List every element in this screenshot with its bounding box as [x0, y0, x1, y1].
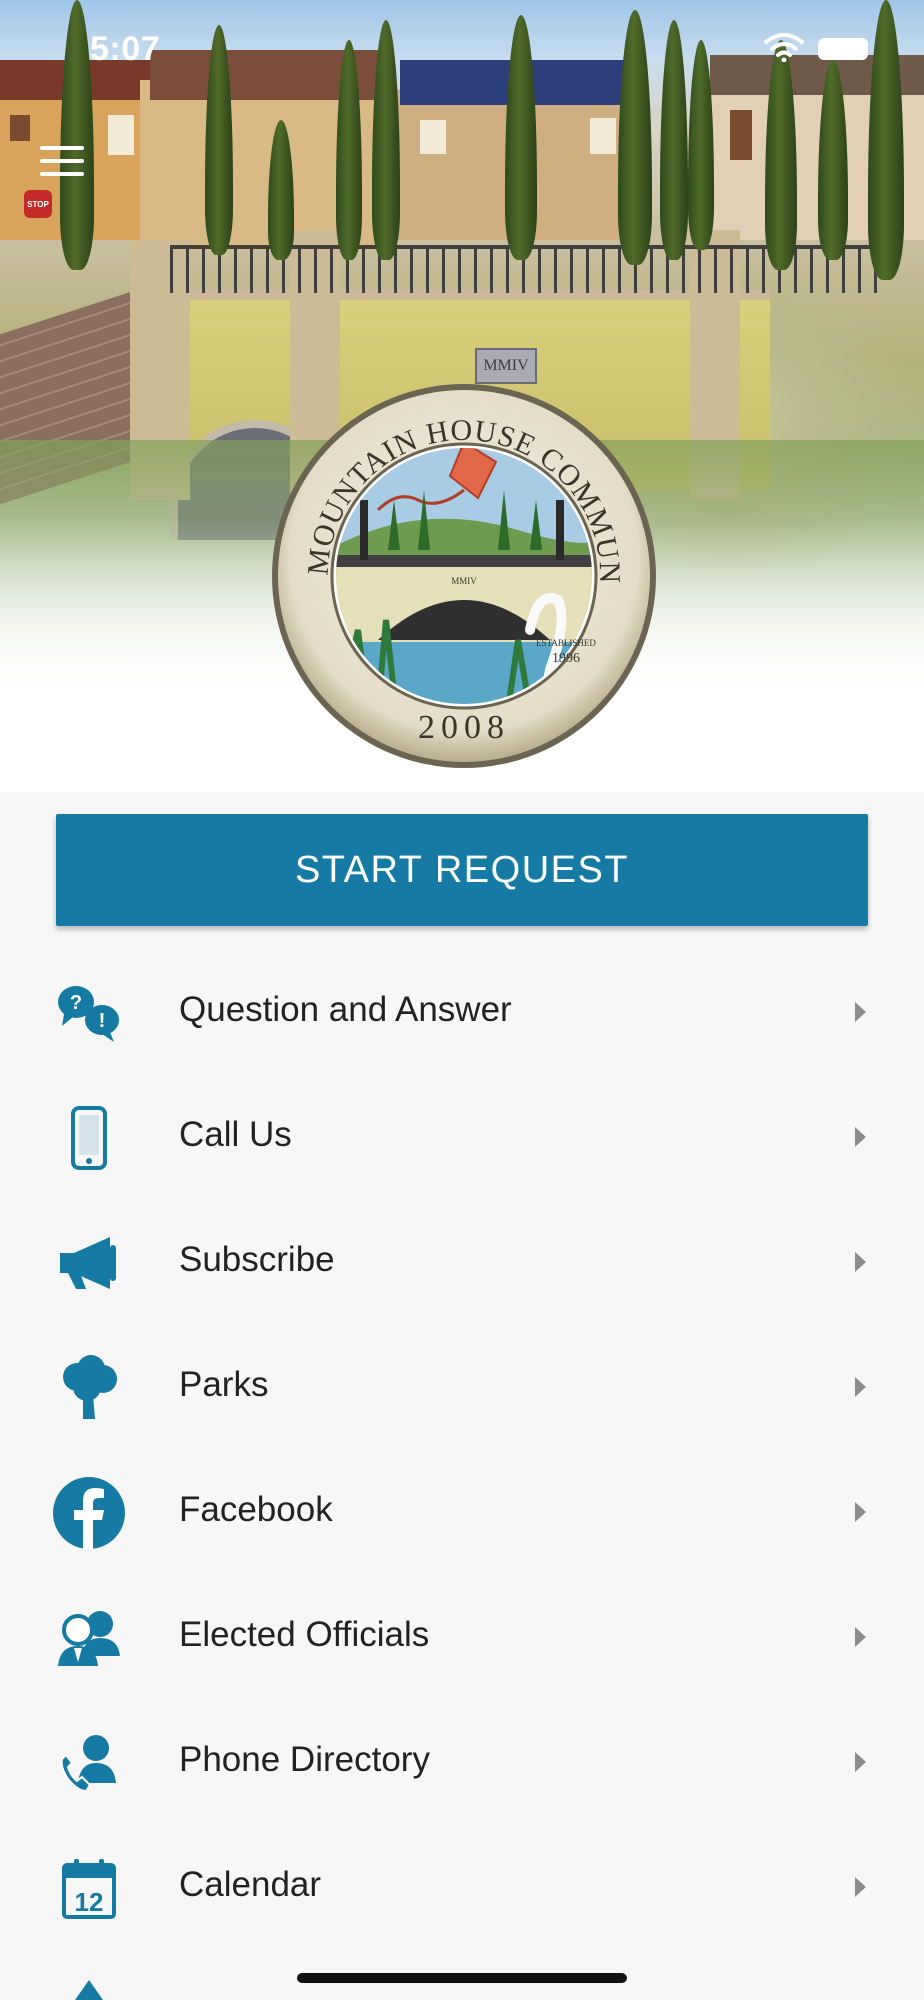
stop-sign-text: STOP — [27, 199, 49, 209]
facebook-icon — [50, 1474, 128, 1552]
menu-item-label: Call Us — [179, 1115, 292, 1154]
menu-item-call-us[interactable]: Call Us — [0, 1075, 924, 1200]
chevron-right-icon — [855, 1877, 866, 1897]
cypress-tree — [505, 15, 537, 260]
menu-item-elected-officials[interactable]: Elected Officials — [0, 1575, 924, 1700]
menu-item-label: Elected Officials — [179, 1615, 430, 1654]
menu-item-label: Subscribe — [179, 1240, 335, 1279]
chevron-right-icon — [855, 1127, 866, 1147]
window — [420, 120, 446, 154]
cypress-tree — [60, 0, 94, 270]
menu-item-phone-directory[interactable]: Phone Directory — [0, 1700, 924, 1825]
question-answer-icon: ? ! — [50, 974, 128, 1052]
menu-item-subscribe[interactable]: Subscribe — [0, 1200, 924, 1325]
status-time: 5:07 — [90, 30, 161, 68]
menu-bar — [40, 159, 84, 163]
chevron-right-icon — [855, 1752, 866, 1772]
bridge-plaque-text: MMIV — [483, 357, 529, 374]
svg-text:!: ! — [99, 1010, 106, 1032]
menu-item-label: Parks — [179, 1365, 269, 1404]
seal-year: 2008 — [418, 709, 510, 746]
home-indicator — [297, 1973, 627, 1983]
menu-item-question-and-answer[interactable]: ? ! Question and Answer — [0, 950, 924, 1075]
menu-item-label: Question and Answer — [179, 990, 512, 1029]
cypress-tree — [618, 10, 652, 265]
window — [10, 115, 30, 141]
menu-bar — [40, 172, 84, 176]
menu-list: ? ! Question and Answer Call Us Subscrib… — [0, 950, 924, 1950]
cypress-tree — [868, 0, 904, 280]
megaphone-icon — [50, 1224, 128, 1302]
window — [590, 118, 616, 154]
wifi-icon — [764, 33, 804, 62]
menu-item-label: Facebook — [179, 1490, 333, 1529]
menu-item-label: Calendar — [179, 1865, 322, 1904]
district-seal-logo: MOUNTAIN HOUSE COMMUNITY SERVICES DISTRI… — [268, 380, 656, 768]
menu-bar — [40, 146, 84, 150]
menu-item-calendar[interactable]: 12 Calendar — [0, 1825, 924, 1950]
chevron-right-icon — [855, 1002, 866, 1022]
start-request-button[interactable]: START REQUEST — [56, 814, 868, 926]
phone-icon — [50, 1099, 128, 1177]
next-item-icon — [75, 1980, 103, 2000]
svg-text:?: ? — [70, 992, 82, 1014]
calendar-icon: 12 — [50, 1849, 128, 1927]
seal-bridge-plaque: MMIV — [451, 576, 477, 586]
cypress-tree — [660, 20, 688, 260]
window — [730, 110, 752, 160]
officials-icon — [50, 1599, 128, 1677]
battery-icon — [818, 38, 868, 60]
chevron-right-icon — [855, 1252, 866, 1272]
seal-established: ESTABLISHED — [536, 638, 596, 648]
window — [108, 115, 134, 155]
menu-item-label: Phone Directory — [179, 1740, 430, 1779]
bridge-plaque: MMIV — [475, 348, 537, 384]
seal-established-year: 1996 — [552, 651, 580, 666]
chevron-right-icon — [855, 1627, 866, 1647]
chevron-right-icon — [855, 1502, 866, 1522]
menu-item-parks[interactable]: Parks — [0, 1325, 924, 1450]
chevron-right-icon — [855, 1377, 866, 1397]
tree-icon — [50, 1349, 128, 1427]
phone-directory-icon — [50, 1724, 128, 1802]
svg-text:12: 12 — [75, 1887, 104, 1917]
menu-item-facebook[interactable]: Facebook — [0, 1450, 924, 1575]
stop-sign: STOP — [24, 190, 52, 218]
hamburger-menu-icon[interactable] — [40, 146, 84, 176]
